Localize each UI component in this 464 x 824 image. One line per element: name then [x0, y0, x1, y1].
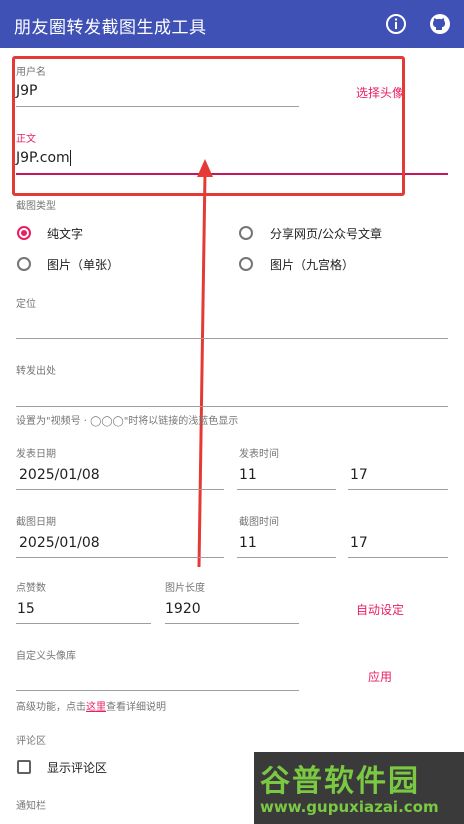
image-length-label: 图片长度	[165, 583, 205, 594]
likes-input[interactable]: 15	[17, 601, 35, 617]
radio-share-webpage[interactable]	[239, 226, 253, 240]
radio-share-webpage-label: 分享网页/公众号文章	[270, 227, 383, 241]
advanced-hint-link[interactable]: 这里	[86, 702, 106, 713]
publish-minute-underline	[348, 489, 448, 490]
screenshot-type-label: 截图类型	[16, 201, 56, 212]
image-length-underline	[165, 623, 299, 624]
radio-single-image[interactable]	[17, 257, 31, 271]
capture-hour-underline	[237, 557, 336, 558]
forward-source-label: 转发出处	[16, 366, 56, 377]
publish-date-input[interactable]: 2025/01/08	[19, 467, 100, 483]
capture-date-underline	[16, 557, 224, 558]
apply-button[interactable]: 应用	[368, 668, 392, 685]
watermark-main-text: 谷普软件园	[260, 764, 420, 799]
avatar-lib-input[interactable]	[16, 690, 299, 691]
forward-source-input[interactable]	[16, 406, 448, 407]
auto-set-button[interactable]: 自动设定	[356, 601, 404, 618]
advanced-hint-prefix: 高级功能，点击	[16, 702, 86, 713]
publish-minute-input[interactable]: 17	[350, 467, 368, 483]
show-comments-label: 显示评论区	[47, 761, 108, 775]
annotation-arrow-icon	[197, 159, 213, 568]
show-comments-checkbox[interactable]	[17, 760, 31, 774]
info-icon[interactable]	[384, 12, 408, 36]
publish-date-underline	[16, 489, 224, 490]
capture-date-input[interactable]: 2025/01/08	[19, 535, 100, 551]
publish-hour-input[interactable]: 11	[239, 467, 257, 483]
forward-source-hint: 设置为"视频号 · ◯◯◯"时将以链接的浅蓝色显示	[16, 416, 239, 427]
github-icon[interactable]	[428, 12, 452, 36]
capture-minute-underline	[348, 557, 448, 558]
radio-nine-grid-label: 图片（九宫格）	[270, 258, 355, 272]
location-input[interactable]	[16, 338, 448, 339]
publish-date-label: 发表日期	[16, 449, 56, 460]
advanced-hint-suffix: 查看详细说明	[106, 702, 166, 713]
capture-minute-input[interactable]: 17	[350, 535, 368, 551]
watermark-logo: 谷普软件园 www.gupuxiazai.com	[254, 752, 464, 824]
publish-time-label: 发表时间	[239, 449, 279, 460]
likes-label: 点赞数	[16, 583, 46, 594]
publish-hour-underline	[237, 489, 336, 490]
avatar-lib-label: 自定义头像库	[16, 651, 76, 662]
image-length-input[interactable]: 1920	[165, 601, 201, 617]
comments-label: 评论区	[16, 736, 46, 747]
capture-hour-input[interactable]: 11	[239, 535, 257, 551]
capture-date-label: 截图日期	[16, 517, 56, 528]
advanced-hint: 高级功能，点击这里查看详细说明	[16, 698, 166, 713]
radio-text-only[interactable]	[17, 226, 31, 240]
radio-text-only-label: 纯文字	[47, 227, 84, 241]
watermark-url: www.gupuxiazai.com	[260, 798, 439, 816]
capture-time-label: 截图时间	[239, 517, 279, 528]
location-label: 定位	[16, 299, 36, 310]
app-bar: 朋友圈转发截图生成工具	[0, 0, 464, 48]
radio-nine-grid[interactable]	[239, 257, 253, 271]
radio-single-image-label: 图片（单张）	[47, 258, 120, 272]
notification-label: 通知栏	[16, 801, 46, 812]
app-title: 朋友圈转发截图生成工具	[14, 18, 207, 38]
likes-underline	[16, 623, 151, 624]
